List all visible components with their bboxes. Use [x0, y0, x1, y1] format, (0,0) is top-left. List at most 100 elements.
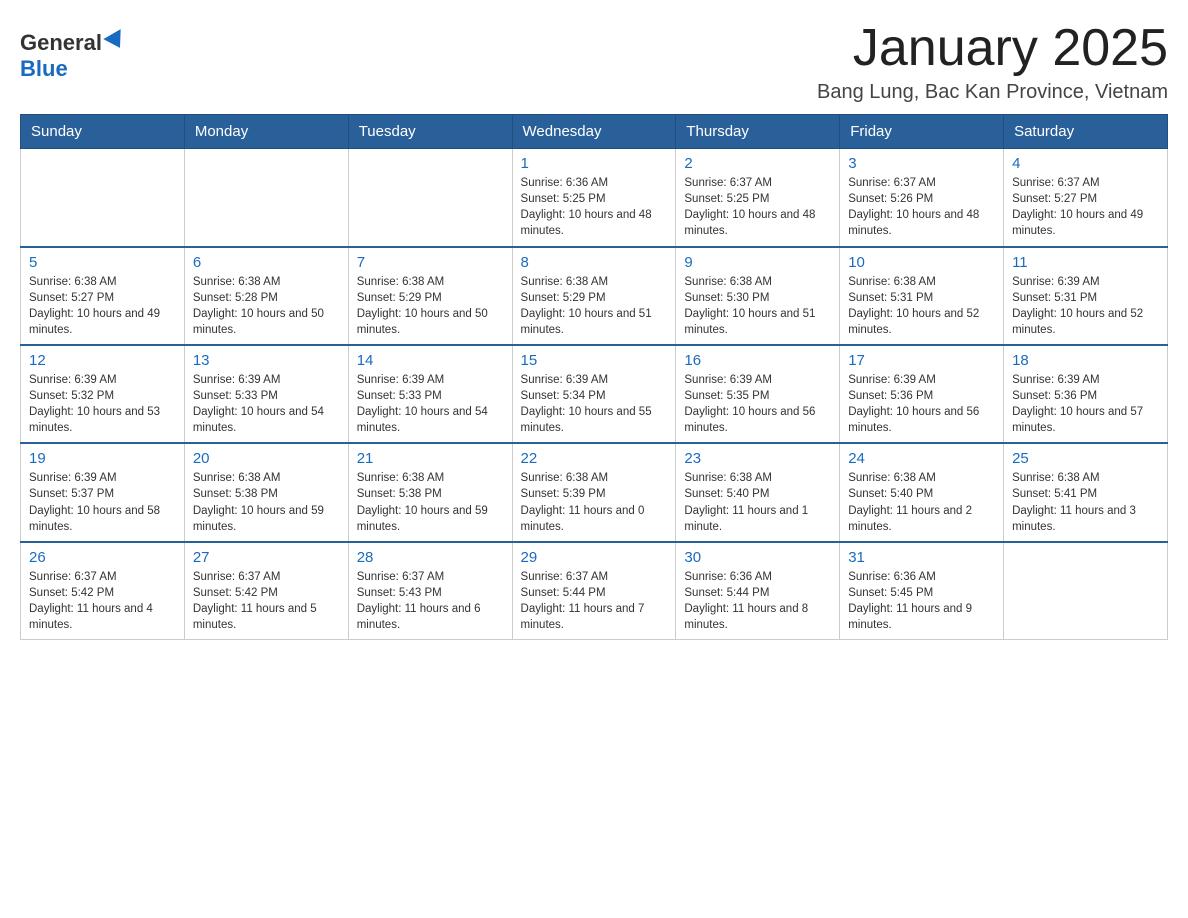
day-info: Sunrise: 6:36 AMSunset: 5:25 PMDaylight:…: [521, 175, 668, 239]
day-info: Sunrise: 6:38 AMSunset: 5:31 PMDaylight:…: [848, 274, 995, 338]
day-info: Sunrise: 6:37 AMSunset: 5:25 PMDaylight:…: [684, 175, 831, 239]
calendar-cell: 15Sunrise: 6:39 AMSunset: 5:34 PMDayligh…: [512, 345, 676, 443]
calendar-cell: 11 Sunrise: 6:39 AMSunset: 5:31 PMDayligh…: [1004, 247, 1168, 345]
day-info: Sunrise: 6:39 AMSunset: 5:32 PMDaylight:…: [29, 372, 176, 436]
logo-triangle-icon: [103, 29, 128, 53]
calendar-cell: 13 Sunrise: 6:39 AMSunset: 5:33 PMDayligh…: [184, 345, 348, 443]
day-number: 2: [684, 155, 831, 172]
day-number: 11: [1012, 254, 1159, 271]
day-number: 9: [684, 254, 831, 271]
day-of-week-header: Sunday: [21, 115, 185, 149]
day-number: 4: [1012, 155, 1159, 172]
subtitle: Bang Lung, Bac Kan Province, Vietnam: [817, 81, 1168, 104]
day-info: Sunrise: 6:38 AMSunset: 5:30 PMDaylight:…: [684, 274, 831, 338]
calendar-week-row: 1 Sunrise: 6:36 AMSunset: 5:25 PMDaylight…: [21, 149, 1168, 247]
calendar-cell: 10 Sunrise: 6:38 AMSunset: 5:31 PMDayligh…: [840, 247, 1004, 345]
day-number: 22: [521, 450, 668, 467]
calendar-week-row: 26 Sunrise: 6:37 AMSunset: 5:42 PMDayligh…: [21, 542, 1168, 640]
calendar-cell: 17Sunrise: 6:39 AMSunset: 5:36 PMDayligh…: [840, 345, 1004, 443]
header: General Blue January 2025 Bang Lung, Bac…: [20, 20, 1168, 104]
day-number: 10: [848, 254, 995, 271]
calendar-cell: 18 Sunrise: 6:39 AMSunset: 5:36 PMDayligh…: [1004, 345, 1168, 443]
day-info: Sunrise: 6:38 AMSunset: 5:40 PMDaylight:…: [684, 470, 831, 534]
calendar-cell: 24 Sunrise: 6:38 AMSunset: 5:40 PMDayligh…: [840, 443, 1004, 541]
day-info: Sunrise: 6:37 AMSunset: 5:42 PMDaylight:…: [193, 569, 340, 633]
day-info: Sunrise: 6:37 AMSunset: 5:42 PMDaylight:…: [29, 569, 176, 633]
day-number: 26: [29, 549, 176, 566]
day-number: 20: [193, 450, 340, 467]
day-info: Sunrise: 6:36 AMSunset: 5:44 PMDaylight:…: [684, 569, 831, 633]
day-info: Sunrise: 6:38 AMSunset: 5:40 PMDaylight:…: [848, 470, 995, 534]
calendar-cell: 4 Sunrise: 6:37 AMSunset: 5:27 PMDaylight…: [1004, 149, 1168, 247]
day-info: Sunrise: 6:39 AMSunset: 5:31 PMDaylight:…: [1012, 274, 1159, 338]
day-number: 28: [357, 549, 504, 566]
day-of-week-header: Saturday: [1004, 115, 1168, 149]
day-info: Sunrise: 6:39 AMSunset: 5:33 PMDaylight:…: [193, 372, 340, 436]
day-number: 18: [1012, 352, 1159, 369]
main-title: January 2025: [817, 20, 1168, 77]
day-info: Sunrise: 6:37 AMSunset: 5:27 PMDaylight:…: [1012, 175, 1159, 239]
day-info: Sunrise: 6:39 AMSunset: 5:37 PMDaylight:…: [29, 470, 176, 534]
calendar-cell: 20 Sunrise: 6:38 AMSunset: 5:38 PMDayligh…: [184, 443, 348, 541]
day-number: 6: [193, 254, 340, 271]
day-info: Sunrise: 6:39 AMSunset: 5:35 PMDaylight:…: [684, 372, 831, 436]
day-info: Sunrise: 6:38 AMSunset: 5:38 PMDaylight:…: [193, 470, 340, 534]
day-info: Sunrise: 6:37 AMSunset: 5:43 PMDaylight:…: [357, 569, 504, 633]
title-area: January 2025 Bang Lung, Bac Kan Province…: [817, 20, 1168, 104]
day-number: 1: [521, 155, 668, 172]
day-number: 13: [193, 352, 340, 369]
day-info: Sunrise: 6:38 AMSunset: 5:29 PMDaylight:…: [357, 274, 504, 338]
day-of-week-header: Wednesday: [512, 115, 676, 149]
day-number: 5: [29, 254, 176, 271]
calendar-cell: 14 Sunrise: 6:39 AMSunset: 5:33 PMDayligh…: [348, 345, 512, 443]
day-number: 7: [357, 254, 504, 271]
calendar-cell: 1 Sunrise: 6:36 AMSunset: 5:25 PMDaylight…: [512, 149, 676, 247]
calendar-cell: 2 Sunrise: 6:37 AMSunset: 5:25 PMDaylight…: [676, 149, 840, 247]
day-info: Sunrise: 6:38 AMSunset: 5:38 PMDaylight:…: [357, 470, 504, 534]
calendar-cell: 9 Sunrise: 6:38 AMSunset: 5:30 PMDaylight…: [676, 247, 840, 345]
day-of-week-header: Monday: [184, 115, 348, 149]
day-number: 12: [29, 352, 176, 369]
day-number: 27: [193, 549, 340, 566]
day-number: 25: [1012, 450, 1159, 467]
day-info: Sunrise: 6:37 AMSunset: 5:44 PMDaylight:…: [521, 569, 668, 633]
calendar-table: SundayMondayTuesdayWednesdayThursdayFrid…: [20, 114, 1168, 640]
day-info: Sunrise: 6:37 AMSunset: 5:26 PMDaylight:…: [848, 175, 995, 239]
calendar-cell: 12 Sunrise: 6:39 AMSunset: 5:32 PMDayligh…: [21, 345, 185, 443]
day-info: Sunrise: 6:38 AMSunset: 5:29 PMDaylight:…: [521, 274, 668, 338]
calendar-cell: 8 Sunrise: 6:38 AMSunset: 5:29 PMDaylight…: [512, 247, 676, 345]
calendar-cell: 16 Sunrise: 6:39 AMSunset: 5:35 PMDayligh…: [676, 345, 840, 443]
calendar-cell: 30 Sunrise: 6:36 AMSunset: 5:44 PMDayligh…: [676, 542, 840, 640]
calendar-cell: 31 Sunrise: 6:36 AMSunset: 5:45 PMDayligh…: [840, 542, 1004, 640]
day-number: 24: [848, 450, 995, 467]
day-info: Sunrise: 6:38 AMSunset: 5:27 PMDaylight:…: [29, 274, 176, 338]
calendar-cell: 23Sunrise: 6:38 AMSunset: 5:40 PMDayligh…: [676, 443, 840, 541]
calendar-week-row: 12 Sunrise: 6:39 AMSunset: 5:32 PMDayligh…: [21, 345, 1168, 443]
day-number: 14: [357, 352, 504, 369]
day-info: Sunrise: 6:39 AMSunset: 5:36 PMDaylight:…: [1012, 372, 1159, 436]
calendar-cell: 21 Sunrise: 6:38 AMSunset: 5:38 PMDayligh…: [348, 443, 512, 541]
calendar-cell: 29 Sunrise: 6:37 AMSunset: 5:44 PMDayligh…: [512, 542, 676, 640]
day-of-week-header: Friday: [840, 115, 1004, 149]
day-number: 19: [29, 450, 176, 467]
calendar-cell: 27 Sunrise: 6:37 AMSunset: 5:42 PMDayligh…: [184, 542, 348, 640]
day-info: Sunrise: 6:39 AMSunset: 5:34 PMDaylight:…: [521, 372, 668, 436]
day-info: Sunrise: 6:38 AMSunset: 5:41 PMDaylight:…: [1012, 470, 1159, 534]
calendar-cell: 3 Sunrise: 6:37 AMSunset: 5:26 PMDaylight…: [840, 149, 1004, 247]
day-info: Sunrise: 6:38 AMSunset: 5:28 PMDaylight:…: [193, 274, 340, 338]
day-number: 31: [848, 549, 995, 566]
day-info: Sunrise: 6:39 AMSunset: 5:33 PMDaylight:…: [357, 372, 504, 436]
day-number: 16: [684, 352, 831, 369]
calendar-cell: [348, 149, 512, 247]
calendar-cell: 28 Sunrise: 6:37 AMSunset: 5:43 PMDayligh…: [348, 542, 512, 640]
calendar-header-row: SundayMondayTuesdayWednesdayThursdayFrid…: [21, 115, 1168, 149]
calendar-week-row: 5 Sunrise: 6:38 AMSunset: 5:27 PMDaylight…: [21, 247, 1168, 345]
day-number: 8: [521, 254, 668, 271]
calendar-cell: [21, 149, 185, 247]
day-number: 29: [521, 549, 668, 566]
day-number: 30: [684, 549, 831, 566]
day-number: 21: [357, 450, 504, 467]
day-info: Sunrise: 6:36 AMSunset: 5:45 PMDaylight:…: [848, 569, 995, 633]
calendar-cell: [184, 149, 348, 247]
day-number: 3: [848, 155, 995, 172]
